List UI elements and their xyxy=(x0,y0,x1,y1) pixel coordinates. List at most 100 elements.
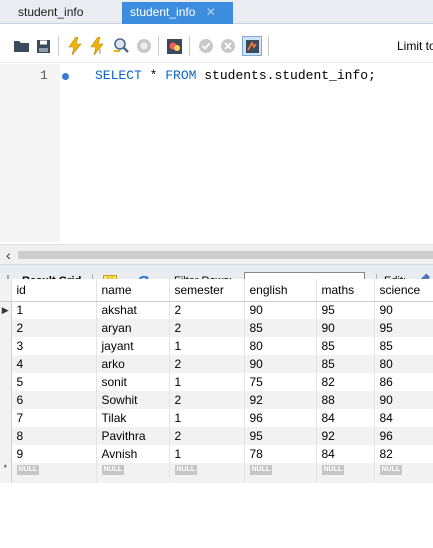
row-header[interactable] xyxy=(0,337,12,355)
cell-name[interactable]: NULL xyxy=(96,463,170,483)
cell-maths[interactable]: 90 xyxy=(316,319,375,337)
close-tab-icon[interactable]: ✕ xyxy=(206,5,216,19)
cell-maths[interactable]: 85 xyxy=(316,337,375,355)
row-header[interactable] xyxy=(0,373,12,391)
cell-semester[interactable]: 2 xyxy=(169,391,245,409)
table-row[interactable]: 4 arko 2 90 85 80 xyxy=(0,355,433,373)
column-header-name[interactable]: name xyxy=(96,279,170,302)
autocommit-icon[interactable] xyxy=(242,36,262,56)
cell-maths[interactable]: 95 xyxy=(316,301,375,319)
table-row[interactable]: 5 sonit 1 75 82 86 xyxy=(0,373,433,391)
execute-lightning-icon[interactable] xyxy=(66,37,84,55)
row-header[interactable] xyxy=(0,355,12,373)
cell-maths[interactable]: NULL xyxy=(316,463,375,483)
cell-maths[interactable]: 84 xyxy=(316,409,375,427)
editor-horizontal-scrollbar[interactable]: ‹ xyxy=(0,244,433,264)
row-header[interactable] xyxy=(0,445,12,463)
cell-id[interactable]: 4 xyxy=(11,355,97,373)
cell-science[interactable]: 86 xyxy=(374,373,433,391)
cell-semester[interactable]: 2 xyxy=(169,427,245,445)
cell-semester[interactable]: 2 xyxy=(169,355,245,373)
cell-english[interactable]: 80 xyxy=(244,337,317,355)
cell-name[interactable]: Sowhit xyxy=(96,391,170,409)
open-folder-icon[interactable] xyxy=(12,37,30,55)
cell-science[interactable]: 95 xyxy=(374,319,433,337)
cell-name[interactable]: jayant xyxy=(96,337,170,355)
cell-id[interactable]: 5 xyxy=(11,373,97,391)
stop-icon[interactable] xyxy=(135,37,153,55)
cell-maths[interactable]: 85 xyxy=(316,355,375,373)
toggle-result-icon[interactable] xyxy=(165,37,183,55)
cell-english[interactable]: 92 xyxy=(244,391,317,409)
cell-name[interactable]: arko xyxy=(96,355,170,373)
cell-semester[interactable]: 1 xyxy=(169,445,245,463)
cell-name[interactable]: aryan xyxy=(96,319,170,337)
cell-name[interactable]: Tilak xyxy=(96,409,170,427)
cell-id[interactable]: 1 xyxy=(11,301,97,319)
explain-magnifier-icon[interactable] xyxy=(112,37,130,55)
cell-science[interactable]: 80 xyxy=(374,355,433,373)
cell-maths[interactable]: 92 xyxy=(316,427,375,445)
cell-english[interactable]: 75 xyxy=(244,373,317,391)
column-header-science[interactable]: science xyxy=(374,279,433,302)
cell-name[interactable]: Pavithra xyxy=(96,427,170,445)
table-row[interactable]: 8 Pavithra 2 95 92 96 xyxy=(0,427,433,445)
cell-science[interactable]: 82 xyxy=(374,445,433,463)
cell-semester[interactable]: 1 xyxy=(169,409,245,427)
save-icon[interactable] xyxy=(34,37,52,55)
cell-id[interactable]: 8 xyxy=(11,427,97,445)
cell-semester[interactable]: 1 xyxy=(169,373,245,391)
cell-semester[interactable]: 2 xyxy=(169,319,245,337)
cell-english[interactable]: NULL xyxy=(244,463,317,483)
row-header[interactable] xyxy=(0,427,12,445)
cell-english[interactable]: 90 xyxy=(244,301,317,319)
limit-rows-label[interactable]: Limit to xyxy=(397,39,433,53)
cell-science[interactable]: 90 xyxy=(374,391,433,409)
cell-maths[interactable]: 84 xyxy=(316,445,375,463)
cell-maths[interactable]: 82 xyxy=(316,373,375,391)
cell-id[interactable]: 7 xyxy=(11,409,97,427)
cell-science[interactable]: 84 xyxy=(374,409,433,427)
sql-editor[interactable]: 1 SELECT * FROM students.student_info; xyxy=(0,64,433,242)
cell-id[interactable]: NULL xyxy=(11,463,97,483)
row-header[interactable] xyxy=(0,319,12,337)
row-header[interactable] xyxy=(0,409,12,427)
scroll-left-arrow-icon[interactable]: ‹ xyxy=(6,247,11,263)
table-row[interactable]: 7 Tilak 1 96 84 84 xyxy=(0,409,433,427)
rollback-x-icon[interactable] xyxy=(219,37,237,55)
cell-semester[interactable]: 1 xyxy=(169,337,245,355)
commit-check-icon[interactable] xyxy=(197,37,215,55)
cell-science[interactable]: 90 xyxy=(374,301,433,319)
cell-id[interactable]: 3 xyxy=(11,337,97,355)
cell-science[interactable]: 85 xyxy=(374,337,433,355)
table-row[interactable]: ▶ 1 akshat 2 90 95 90 xyxy=(0,301,433,319)
column-header-semester[interactable]: semester xyxy=(169,279,245,302)
cell-name[interactable]: Avnish xyxy=(96,445,170,463)
cell-science[interactable]: NULL xyxy=(374,463,433,483)
cell-science[interactable]: 96 xyxy=(374,427,433,445)
cell-english[interactable]: 85 xyxy=(244,319,317,337)
tab-student-info-2[interactable]: student_info ✕ xyxy=(122,2,233,24)
cell-english[interactable]: 95 xyxy=(244,427,317,445)
cell-english[interactable]: 90 xyxy=(244,355,317,373)
column-header-maths[interactable]: maths xyxy=(316,279,375,302)
cell-id[interactable]: 6 xyxy=(11,391,97,409)
tab-student-info-1[interactable]: student_info xyxy=(10,2,91,24)
row-header[interactable] xyxy=(0,391,12,409)
cell-name[interactable]: akshat xyxy=(96,301,170,319)
cell-english[interactable]: 96 xyxy=(244,409,317,427)
scrollbar-thumb[interactable] xyxy=(18,251,433,259)
cell-id[interactable]: 2 xyxy=(11,319,97,337)
new-row[interactable]: * NULL NULL NULL NULL NULL NULL xyxy=(0,463,433,483)
cell-english[interactable]: 78 xyxy=(244,445,317,463)
sql-statement[interactable]: SELECT * FROM students.student_info; xyxy=(95,68,376,83)
table-row[interactable]: 2 aryan 2 85 90 95 xyxy=(0,319,433,337)
cell-name[interactable]: sonit xyxy=(96,373,170,391)
cell-maths[interactable]: 88 xyxy=(316,391,375,409)
cell-semester[interactable]: NULL xyxy=(169,463,245,483)
column-header-english[interactable]: english xyxy=(244,279,317,302)
cell-id[interactable]: 9 xyxy=(11,445,97,463)
table-row[interactable]: 3 jayant 1 80 85 85 xyxy=(0,337,433,355)
execute-current-lightning-icon[interactable]: I xyxy=(89,37,107,55)
column-header-id[interactable]: id xyxy=(11,279,97,302)
